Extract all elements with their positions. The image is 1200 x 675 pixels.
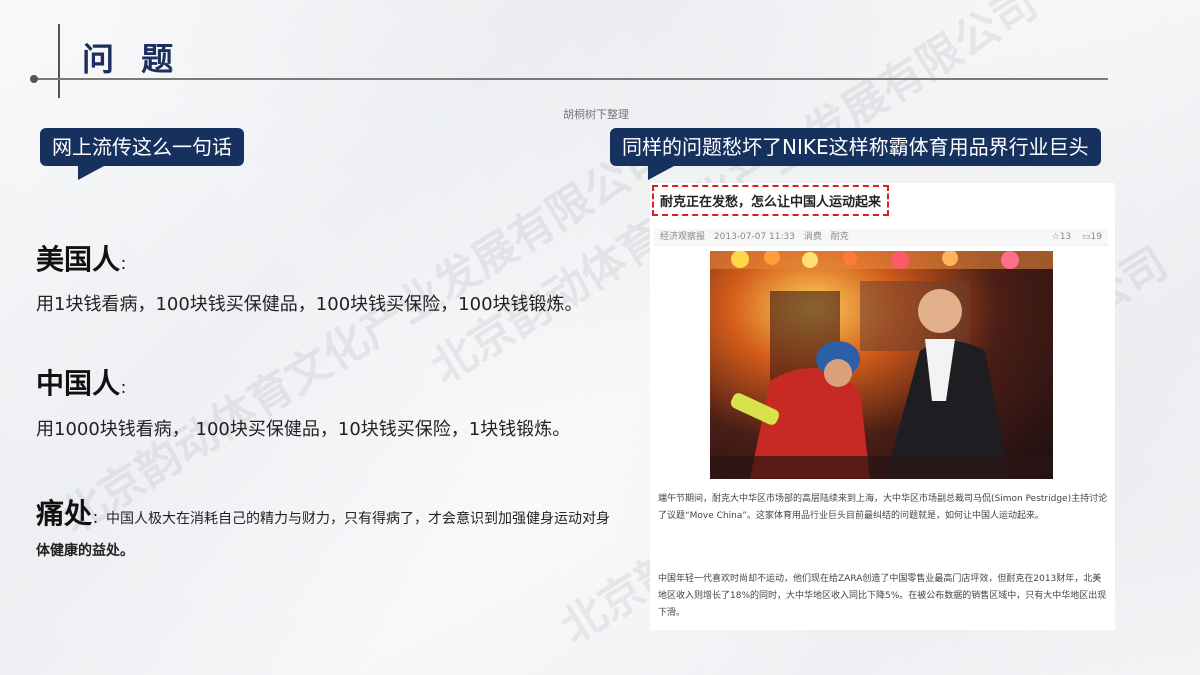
article-tag: 消费	[803, 232, 822, 242]
article-paragraph-2: 中国年轻一代喜欢时尚却不运动，他们现在给ZARA创造了中国零售业最高门店坪效，但…	[658, 574, 1107, 618]
header-dot	[30, 75, 38, 83]
comments-count: ▭19	[1082, 232, 1102, 242]
article-date: 2013-07-07 11:33	[713, 232, 795, 242]
pain-inline-text: ：中国人极大在消耗自己的精力与财力，只有得病了，才会意识到加强健身运动对身	[92, 511, 611, 527]
banner-right: 同样的问题愁坏了NIKE这样称霸体育用品界行业巨头	[610, 128, 1101, 180]
chinese-colon: ：	[120, 381, 135, 397]
article-photo	[710, 251, 1053, 479]
chinese-heading-label: 中国人	[36, 367, 121, 400]
page-title: 问 题	[82, 40, 182, 78]
american-heading: 美国人：	[36, 238, 134, 278]
american-colon: ：	[120, 257, 135, 273]
american-heading-label: 美国人	[36, 243, 121, 276]
pain-heading-label: 痛处	[36, 497, 93, 530]
header-vertical-line	[58, 24, 60, 98]
article-stats: ☆13 ▭19	[1044, 229, 1102, 245]
banner-left: 网上流传这么一句话	[40, 128, 244, 180]
likes-count: ☆13	[1051, 232, 1072, 242]
article-paragraph-1: 端午节期间，耐克大中华区市场部的高层陆续来到上海，大中华区市场副总裁司马侃(Si…	[658, 494, 1108, 521]
article-title: 耐克正在发愁，怎么让中国人运动起来	[652, 185, 890, 216]
article-meta-row: 经济观察报 2013-07-07 11:33 消费 耐克 ☆13 ▭19	[654, 229, 1108, 246]
photo-illustration	[710, 251, 1053, 479]
pain-heading: 痛处：中国人极大在消耗自己的精力与财力，只有得病了，才会意识到加强健身运动对身	[36, 492, 610, 532]
pain-text-line2: 体健康的益处。	[36, 543, 134, 559]
american-text: 用1块钱看病，100块钱买保健品，100块钱买保险，100块钱锻炼。	[36, 294, 583, 315]
article-source: 经济观察报	[660, 232, 706, 242]
source-note: 胡桐树下整理	[563, 108, 629, 121]
watermark-text: 北京韵动体育文化产业发展有限公司	[52, 127, 677, 544]
chinese-heading: 中国人：	[36, 362, 134, 402]
article-card: 耐克正在发愁，怎么让中国人运动起来 经济观察报 2013-07-07 11:33…	[650, 183, 1115, 630]
article-tag: 耐克	[830, 232, 849, 242]
chinese-text: 用1000块钱看病， 100块买保健品，10块钱买保险，1块钱锻炼。	[36, 419, 571, 440]
header-horizontal-line	[32, 78, 1108, 80]
